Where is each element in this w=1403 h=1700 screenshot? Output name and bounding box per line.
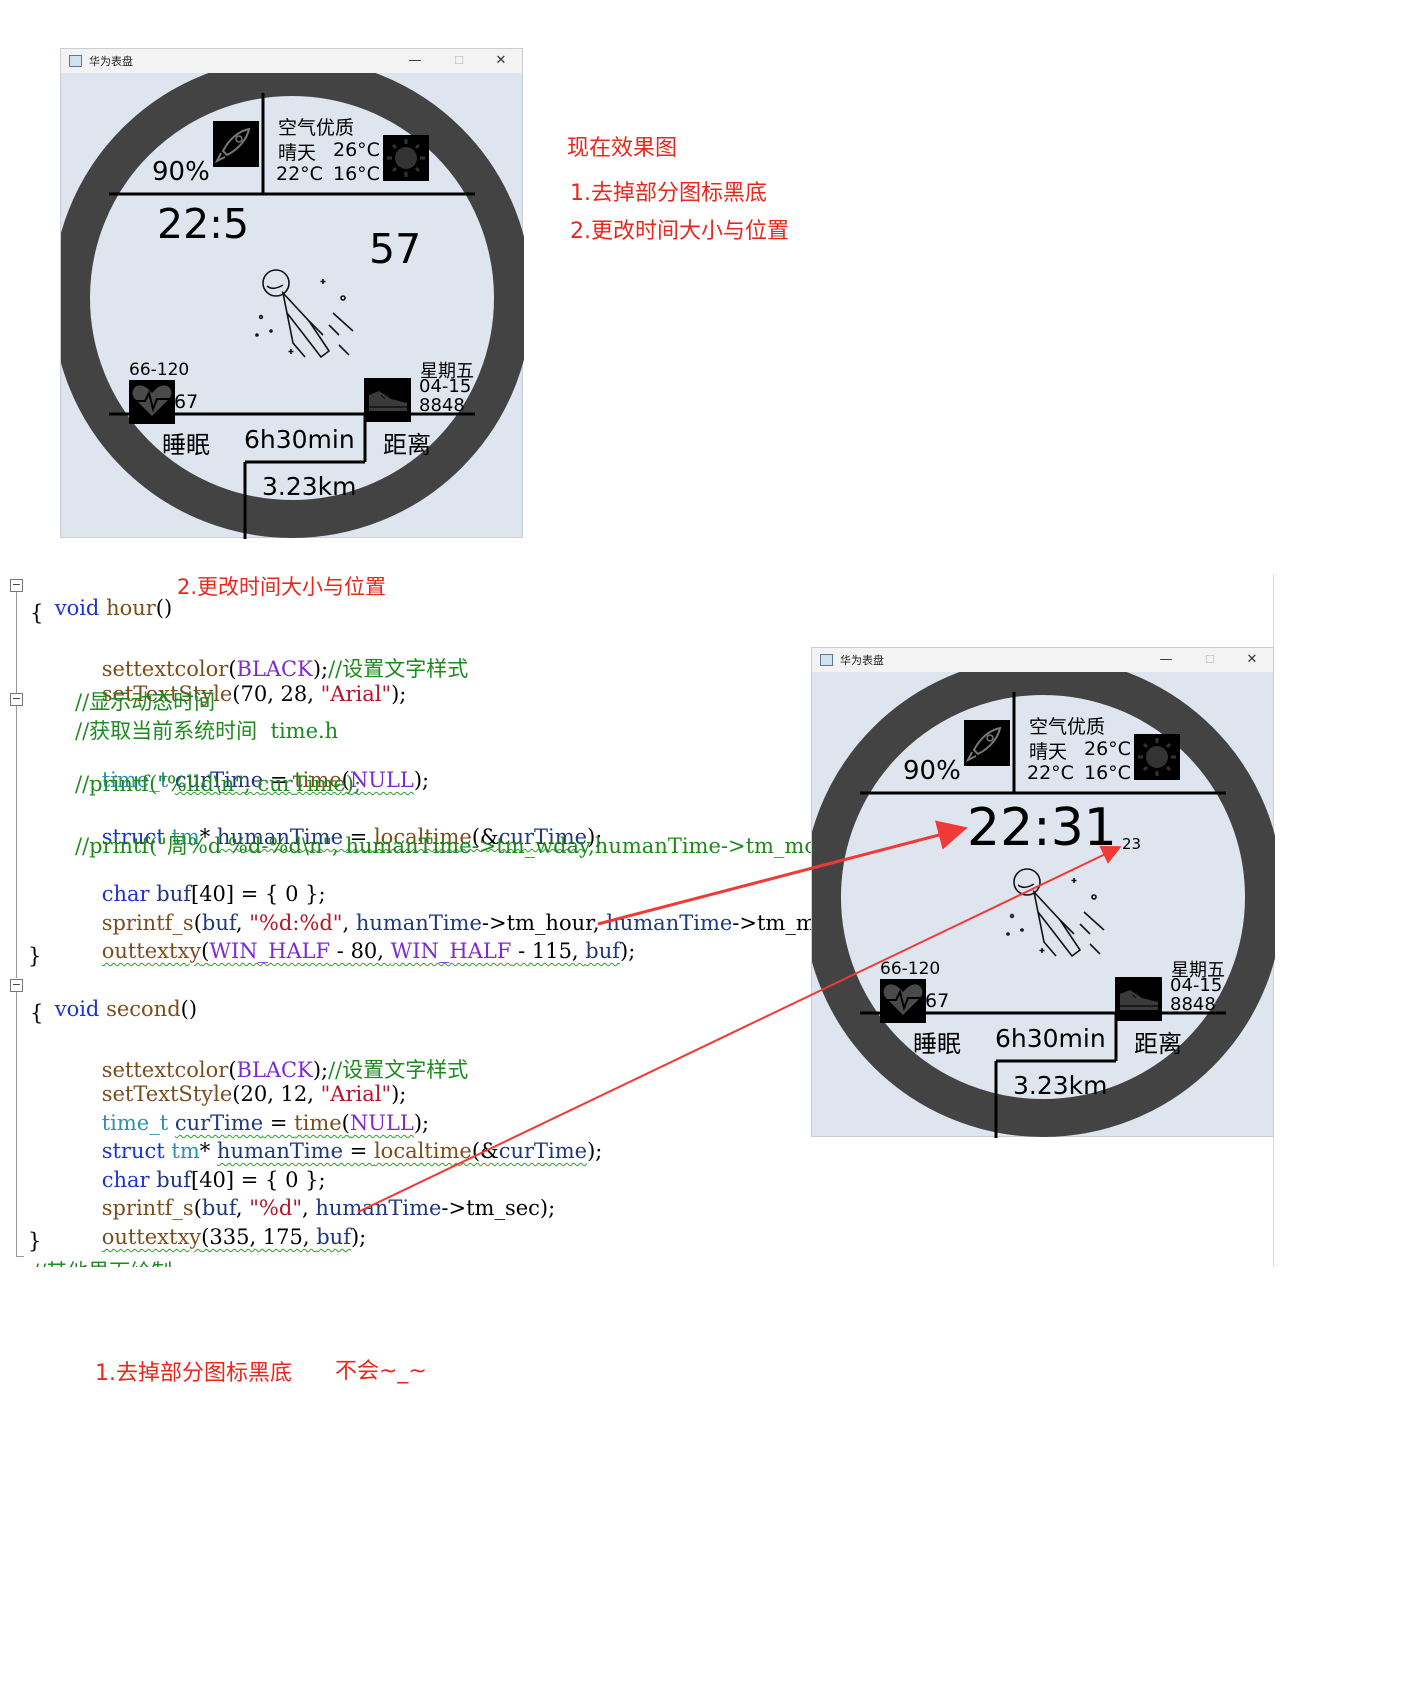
code-line: time_t curTime = time(NULL);: [101, 768, 430, 792]
time-hour-minute: 22:31: [967, 798, 1117, 858]
code-line: setTextStyle(20, 12, "Arial");: [101, 1082, 407, 1106]
code-line: void hour(): [54, 596, 173, 620]
heart-icon: [880, 979, 926, 1023]
steps-label: 8848: [419, 395, 465, 416]
fold-toggle-hour[interactable]: −: [10, 579, 23, 592]
title-bar: 华为表盘 — ☐ ✕: [61, 49, 522, 73]
sun-icon: [1134, 734, 1180, 780]
rocket-icon: [213, 121, 259, 167]
code-line: void second(): [54, 997, 198, 1021]
minimize-button[interactable]: —: [394, 49, 436, 73]
sleep-value: 6h30min: [995, 1024, 1106, 1053]
code-line: settextcolor(BLACK);//设置文字样式: [101, 657, 469, 681]
code-line: {: [30, 1001, 44, 1025]
steps-label: 8848: [1170, 994, 1216, 1015]
code-line: //printf("周%d %d-%d\n", humanTime->tm_wd…: [75, 834, 869, 858]
watch-face: 90% 空气优质 晴天 26°C 22°C 16°C 22:31 23 66-1…: [812, 672, 1275, 1138]
window-title: 华为表盘: [89, 55, 133, 68]
code-line: struct tm* humanTime = localtime(&curTim…: [101, 1139, 603, 1163]
code-line: outtextxy(335, 175, buf);: [101, 1225, 367, 1249]
sleep-value: 6h30min: [244, 425, 355, 454]
maximize-button[interactable]: ☐: [1189, 648, 1231, 672]
time-second: 57: [369, 225, 422, 273]
code-line: {: [30, 601, 44, 625]
code-line: time_t curTime = time(NULL);: [101, 1111, 430, 1135]
air-quality-label: 空气优质: [1029, 716, 1106, 738]
date-label: 04-15: [419, 376, 472, 397]
code-line-cut: //其他界面绘制: [32, 1256, 172, 1267]
time-second: 23: [1122, 835, 1142, 853]
title-bar: 华为表盘 — ☐ ✕: [812, 648, 1273, 672]
close-button[interactable]: ✕: [480, 49, 522, 73]
bottom-note: 1.去掉部分图标黑底: [95, 1361, 292, 1386]
battery-label: 90%: [152, 157, 210, 187]
sun-icon: [383, 135, 429, 181]
shoe-icon: [364, 378, 411, 422]
temp-now-label: 26°C: [1084, 738, 1131, 760]
distance-value: 3.23km: [262, 472, 357, 501]
window-title: 华为表盘: [840, 654, 884, 667]
code-note: 2.更改时间大小与位置: [177, 575, 387, 599]
temp-low-label: 16°C: [333, 163, 380, 185]
heart-range-label: 66-120: [880, 959, 941, 979]
sleep-label: 睡眠: [913, 1030, 961, 1058]
distance-value: 3.23km: [1013, 1071, 1108, 1100]
maximize-button[interactable]: ☐: [438, 49, 480, 73]
watch-window-before: 华为表盘 — ☐ ✕ 90% 空气优质 晴天 26°C 22°C 16°C 22…: [60, 48, 524, 539]
code-line: //printf("%lld\n", curTime);: [75, 772, 362, 796]
note-item-2: 2.更改时间大小与位置: [570, 219, 789, 244]
code-line: char buf[40] = { 0 };: [101, 882, 326, 906]
date-label: 04-15: [1170, 975, 1223, 996]
rocket-icon: [964, 720, 1010, 766]
temp-low-label: 16°C: [1084, 762, 1131, 784]
app-icon: [69, 55, 82, 67]
heart-range-label: 66-120: [129, 360, 190, 380]
heart-icon: [129, 380, 175, 424]
code-line: outtextxy(WIN_HALF - 80, WIN_HALF - 115,…: [101, 939, 636, 963]
code-line: sprintf_s(buf, "%d", humanTime->tm_sec);: [101, 1196, 556, 1220]
temp-now-label: 26°C: [333, 139, 380, 161]
shoe-icon: [1115, 977, 1162, 1021]
air-quality-label: 空气优质: [278, 117, 355, 139]
app-icon: [820, 654, 833, 666]
sleep-label: 睡眠: [162, 431, 210, 459]
weather-label: 晴天: [1029, 741, 1068, 763]
distance-label: 距离: [1134, 1030, 1182, 1058]
code-line: settextcolor(BLACK);//设置文字样式: [101, 1058, 469, 1082]
fold-toggle-second[interactable]: −: [10, 979, 23, 992]
fold-toggle-comment[interactable]: −: [10, 693, 23, 706]
time-hour-minute: 22:5: [157, 200, 250, 248]
code-line: //获取当前系统时间 time.h: [75, 719, 339, 743]
code-line: setTextStyle(70, 28, "Arial");: [101, 682, 407, 706]
code-line: sprintf_s(buf, "%d:%d", humanTime->tm_ho…: [101, 911, 852, 935]
temp-high-label: 22°C: [1027, 762, 1074, 784]
code-line: //显示动态时间: [75, 690, 216, 714]
code-line: struct tm* humanTime = localtime(&curTim…: [101, 825, 603, 849]
heart-rate-label: 67: [925, 990, 950, 1012]
astronaut-icon: [1006, 868, 1105, 958]
note-title: 现在效果图: [567, 136, 678, 161]
temp-high-label: 22°C: [276, 163, 323, 185]
weather-label: 晴天: [278, 142, 317, 164]
astronaut-icon: [255, 269, 354, 359]
watch-face: 90% 空气优质 晴天 26°C 22°C 16°C 22:5 57 66-12…: [61, 73, 524, 539]
battery-label: 90%: [903, 756, 961, 786]
minimize-button[interactable]: —: [1145, 648, 1187, 672]
code-line: }: [28, 944, 42, 968]
heart-rate-label: 67: [174, 391, 199, 413]
close-button[interactable]: ✕: [1231, 648, 1273, 672]
bottom-reply: 不会~_~: [335, 1359, 427, 1384]
watch-window-after: 华为表盘 — ☐ ✕ 90% 空气优质 晴天 26°C 22°C 16°C 22…: [811, 647, 1275, 1138]
code-line: char buf[40] = { 0 };: [101, 1168, 326, 1192]
distance-label: 距离: [383, 431, 431, 459]
note-item-1: 1.去掉部分图标黑底: [570, 181, 767, 206]
